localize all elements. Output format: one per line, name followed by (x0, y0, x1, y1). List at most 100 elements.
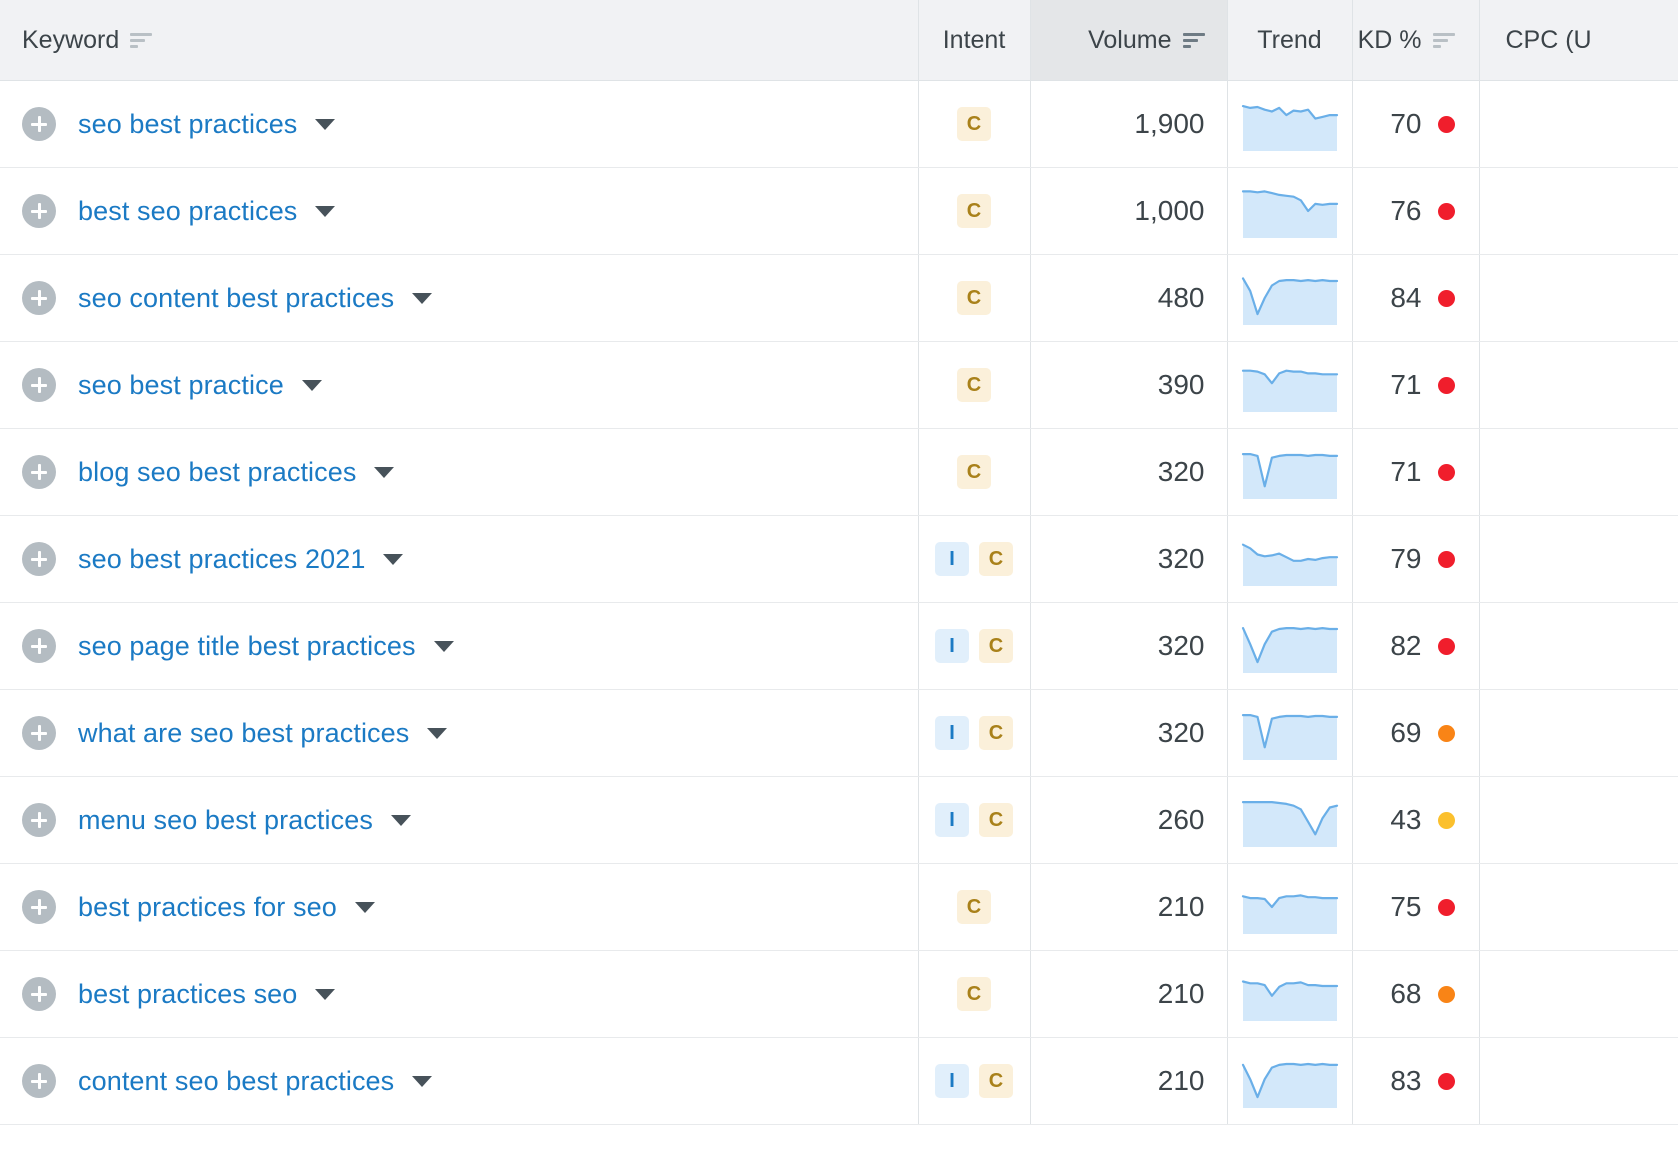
intent-badge-informational[interactable]: I (935, 1064, 969, 1098)
intent-badge-commercial[interactable]: C (957, 281, 991, 315)
cell-kd: 68 (1351, 950, 1479, 1038)
cell-volume: 390 (1029, 341, 1227, 429)
add-keyword-icon[interactable] (22, 803, 56, 837)
cell-trend (1226, 689, 1352, 777)
table-row[interactable]: best seo practices C 1,000 76 (0, 167, 1678, 255)
intent-badge-commercial[interactable]: C (979, 1064, 1013, 1098)
trend-sparkline-icon (1240, 96, 1340, 152)
volume-value: 480 (1157, 282, 1205, 313)
intent-badge-commercial[interactable]: C (979, 542, 1013, 576)
cell-kd: 84 (1351, 254, 1479, 342)
sort-icon-kd[interactable] (1432, 31, 1455, 49)
add-keyword-icon[interactable] (22, 281, 56, 315)
intent-badge-commercial[interactable]: C (957, 107, 991, 141)
cell-kd: 79 (1351, 515, 1479, 603)
kd-value: 82 (1390, 630, 1422, 661)
add-keyword-icon[interactable] (22, 890, 56, 924)
table-row[interactable]: what are seo best practices I C 320 69 (0, 689, 1678, 777)
table-row[interactable]: seo best practices 2021 I C 320 79 (0, 515, 1678, 603)
intent-badge-informational[interactable]: I (935, 803, 969, 837)
add-keyword-icon[interactable] (22, 368, 56, 402)
chevron-down-icon[interactable] (383, 553, 404, 565)
intent-badge-commercial[interactable]: C (979, 803, 1013, 837)
add-keyword-icon[interactable] (22, 629, 56, 663)
table-row[interactable]: blog seo best practices C 320 71 (0, 428, 1678, 516)
column-header-keyword[interactable]: Keyword (0, 0, 918, 81)
add-keyword-icon[interactable] (22, 542, 56, 576)
chevron-down-icon[interactable] (412, 1075, 433, 1087)
chevron-down-icon[interactable] (427, 727, 448, 739)
intent-badge-commercial[interactable]: C (957, 977, 991, 1011)
keyword-link[interactable]: seo best practice (78, 370, 284, 401)
chevron-down-icon[interactable] (315, 118, 336, 130)
cell-cpc (1478, 689, 1678, 777)
add-keyword-icon[interactable] (22, 455, 56, 489)
cell-intent: C (917, 80, 1030, 168)
table-row[interactable]: seo content best practices C 480 84 (0, 254, 1678, 342)
intent-badge-commercial[interactable]: C (957, 368, 991, 402)
intent-badge-informational[interactable]: I (935, 629, 969, 663)
column-header-intent[interactable]: Intent (917, 0, 1030, 81)
volume-value: 210 (1157, 891, 1205, 922)
chevron-down-icon[interactable] (315, 988, 336, 1000)
kd-difficulty-dot (1437, 202, 1455, 220)
sort-icon-keyword[interactable] (130, 31, 153, 49)
trend-sparkline-icon (1240, 705, 1340, 761)
intent-badge-commercial[interactable]: C (957, 890, 991, 924)
column-header-kd[interactable]: KD % (1351, 0, 1479, 81)
keyword-link[interactable]: what are seo best practices (78, 718, 409, 749)
cell-cpc (1478, 341, 1678, 429)
column-header-trend[interactable]: Trend (1226, 0, 1352, 81)
column-header-volume[interactable]: Volume (1029, 0, 1227, 81)
add-keyword-icon[interactable] (22, 194, 56, 228)
table-row[interactable]: best practices seo C 210 68 (0, 950, 1678, 1038)
cell-trend (1226, 428, 1352, 516)
keyword-link[interactable]: seo best practices (78, 109, 297, 140)
intent-badge-commercial[interactable]: C (979, 716, 1013, 750)
column-header-cpc-label: CPC (U (1505, 25, 1592, 54)
intent-badge-commercial[interactable]: C (957, 194, 991, 228)
chevron-down-icon[interactable] (374, 466, 395, 478)
cell-kd: 70 (1351, 80, 1479, 168)
chevron-down-icon[interactable] (433, 640, 454, 652)
table-row[interactable]: seo best practice C 390 71 (0, 341, 1678, 429)
chevron-down-icon[interactable] (354, 901, 375, 913)
keyword-link[interactable]: best seo practices (78, 196, 297, 227)
cell-cpc (1478, 950, 1678, 1038)
keyword-link[interactable]: seo page title best practices (78, 631, 416, 662)
column-header-cpc[interactable]: CPC (U (1478, 0, 1678, 81)
intent-badge-commercial[interactable]: C (957, 455, 991, 489)
table-row[interactable]: seo best practices C 1,900 70 (0, 80, 1678, 168)
trend-sparkline-icon (1240, 444, 1340, 500)
chevron-down-icon[interactable] (390, 814, 411, 826)
volume-value: 320 (1157, 543, 1205, 574)
cell-cpc (1478, 254, 1678, 342)
keyword-link[interactable]: content seo best practices (78, 1066, 394, 1097)
sort-icon-volume[interactable] (1182, 31, 1205, 49)
keyword-link[interactable]: blog seo best practices (78, 457, 356, 488)
kd-difficulty-dot (1437, 376, 1455, 394)
cell-volume: 210 (1029, 863, 1227, 951)
column-header-kd-label: KD % (1357, 25, 1422, 54)
chevron-down-icon[interactable] (315, 205, 336, 217)
keyword-link[interactable]: seo best practices 2021 (78, 544, 365, 575)
kd-difficulty-dot (1437, 985, 1455, 1003)
keyword-link[interactable]: menu seo best practices (78, 805, 373, 836)
add-keyword-icon[interactable] (22, 107, 56, 141)
intent-badge-informational[interactable]: I (935, 716, 969, 750)
chevron-down-icon[interactable] (301, 379, 322, 391)
chevron-down-icon[interactable] (412, 292, 433, 304)
table-row[interactable]: menu seo best practices I C 260 43 (0, 776, 1678, 864)
keyword-link[interactable]: seo content best practices (78, 283, 394, 314)
add-keyword-icon[interactable] (22, 716, 56, 750)
add-keyword-icon[interactable] (22, 1064, 56, 1098)
trend-sparkline-icon (1240, 531, 1340, 587)
add-keyword-icon[interactable] (22, 977, 56, 1011)
intent-badge-informational[interactable]: I (935, 542, 969, 576)
intent-badge-commercial[interactable]: C (979, 629, 1013, 663)
keyword-link[interactable]: best practices for seo (78, 892, 337, 923)
table-row[interactable]: content seo best practices I C 210 83 (0, 1037, 1678, 1125)
table-row[interactable]: seo page title best practices I C 320 82 (0, 602, 1678, 690)
keyword-link[interactable]: best practices seo (78, 979, 297, 1010)
table-row[interactable]: best practices for seo C 210 75 (0, 863, 1678, 951)
